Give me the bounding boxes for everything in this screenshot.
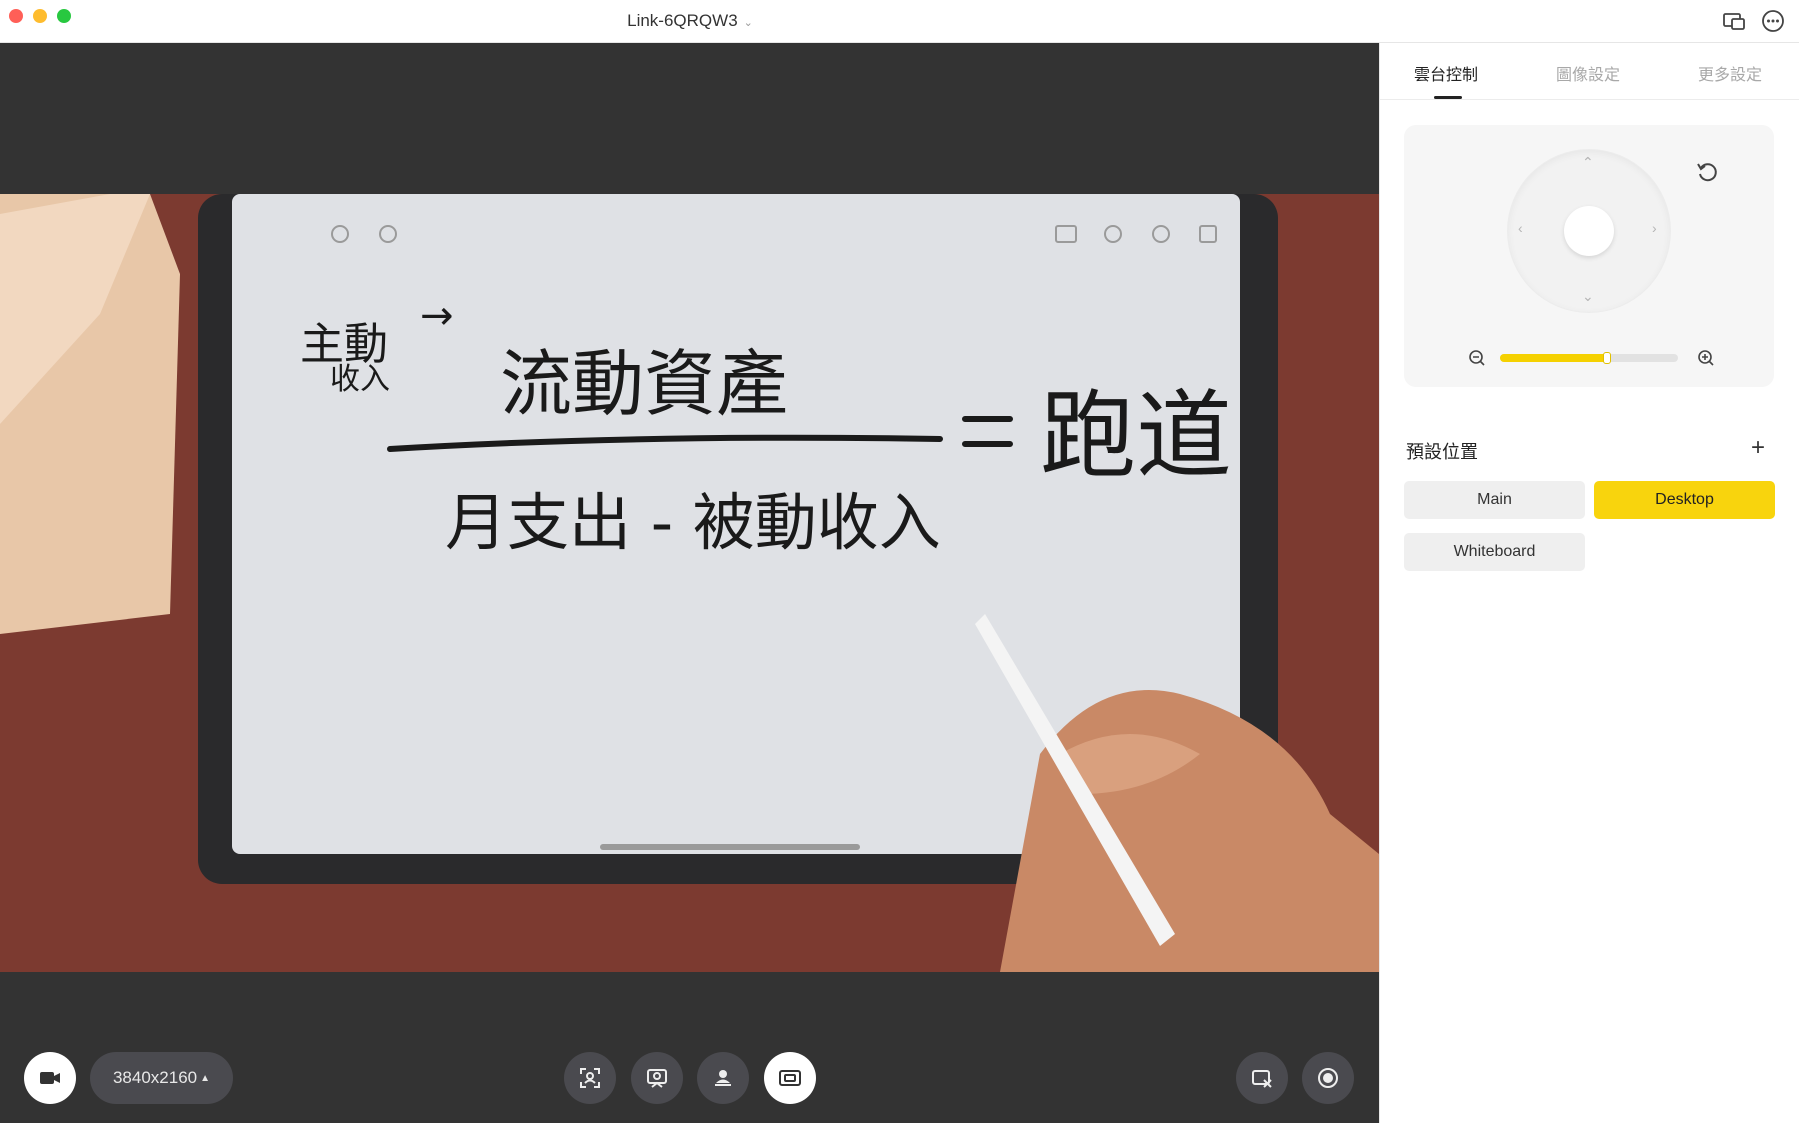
tracking-button[interactable] [631, 1052, 683, 1104]
camera-feed-image: 主動 收入 → 流動資產 月支出 - 被動收入 跑道 [0, 194, 1379, 972]
tab-image-settings[interactable]: 圖像設定 [1556, 61, 1620, 85]
video-camera-button[interactable] [24, 1052, 76, 1104]
svg-text:月支出 - 被動收入: 月支出 - 被動收入 [445, 486, 941, 559]
presenter-mode-icon [715, 1070, 731, 1086]
chevron-down-icon: ⌄ [743, 17, 753, 29]
active-tab-indicator [1434, 96, 1462, 99]
more-options-icon[interactable] [1760, 8, 1786, 34]
virtual-camera-icon [1252, 1070, 1272, 1088]
auto-framing-button[interactable] [564, 1052, 616, 1104]
window-title: Link-6QRQW3 [627, 11, 738, 30]
preset-main-button[interactable]: Main [1404, 481, 1585, 519]
chevron-up-icon: ▲ [200, 1072, 211, 1084]
zoom-slider-thumb[interactable] [1602, 352, 1611, 364]
tracking-icon [647, 1069, 667, 1088]
video-camera-icon [40, 1072, 60, 1084]
resolution-label: 3840x2160 [112, 1068, 198, 1087]
record-icon [1318, 1068, 1338, 1088]
camera-feed: 主動 收入 → 流動資產 月支出 - 被動收入 跑道 [0, 194, 1379, 972]
title-bar: Link-6QRQW3 ⌄ [0, 0, 1799, 43]
record-button[interactable] [1302, 1052, 1354, 1104]
direction-pad[interactable]: ⌃ ⌄ ‹ › [1508, 150, 1670, 312]
desk-mode-icon [779, 1070, 801, 1086]
preset-positions-title: 預設位置 [1406, 442, 1478, 462]
reset-icon[interactable] [1695, 160, 1719, 184]
resolution-selector[interactable]: 3840x2160 ▲ [90, 1052, 233, 1104]
svg-text:跑道: 跑道 [1040, 380, 1232, 492]
zoom-slider[interactable] [1500, 352, 1678, 364]
svg-text:→: → [420, 293, 454, 339]
screen-mirror-icon[interactable] [1721, 8, 1747, 34]
tab-gimbal-control[interactable]: 雲台控制 [1414, 61, 1478, 85]
gimbal-control-card: ⌃ ⌄ ‹ › [1404, 125, 1774, 387]
zoom-in-icon[interactable] [1697, 349, 1715, 367]
arrow-up-icon[interactable]: ⌃ [1582, 154, 1594, 171]
arrow-down-icon[interactable]: ⌄ [1582, 288, 1594, 305]
preset-desktop-button[interactable]: Desktop [1594, 481, 1775, 519]
device-selector[interactable]: Link-6QRQW3 ⌄ [0, 11, 1380, 31]
add-preset-icon[interactable]: + [1751, 434, 1765, 462]
arrow-right-icon[interactable]: › [1652, 220, 1657, 236]
tab-bar: 雲台控制 圖像設定 更多設定 [1380, 43, 1799, 100]
zoom-out-icon[interactable] [1468, 349, 1486, 367]
bottom-control-bar: 3840x2160 ▲ [0, 1030, 1379, 1123]
presenter-mode-button[interactable] [697, 1052, 749, 1104]
arrow-left-icon[interactable]: ‹ [1518, 220, 1523, 236]
auto-framing-icon [580, 1068, 600, 1088]
control-panel: 雲台控制 圖像設定 更多設定 ⌃ ⌄ ‹ › 預設位置 + Main Deskt… [1379, 43, 1799, 1123]
desk-mode-button[interactable] [764, 1052, 816, 1104]
tab-more-settings[interactable]: 更多設定 [1698, 61, 1762, 85]
zoom-slider-fill [1500, 354, 1607, 362]
joystick-knob[interactable] [1564, 206, 1614, 256]
camera-viewer: 主動 收入 → 流動資產 月支出 - 被動收入 跑道 [0, 43, 1379, 1123]
svg-text:收入: 收入 [330, 362, 390, 397]
svg-text:流動資產: 流動資產 [500, 342, 788, 426]
virtual-camera-button[interactable] [1236, 1052, 1288, 1104]
preset-whiteboard-button[interactable]: Whiteboard [1404, 533, 1585, 571]
